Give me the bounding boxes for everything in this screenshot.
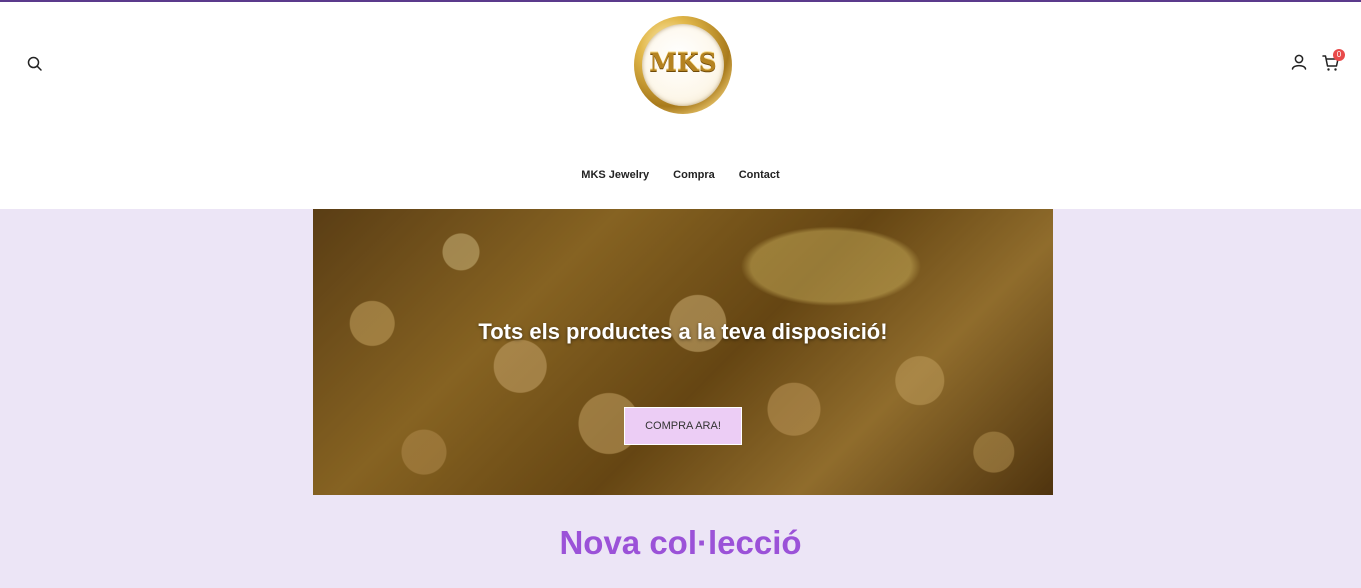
account-button[interactable]	[1290, 53, 1308, 71]
main-nav: MKS Jewelry Compra Contact	[0, 167, 1361, 187]
nav-item-mks-jewelry[interactable]: MKS Jewelry	[581, 167, 649, 187]
site-logo[interactable]: MKS	[634, 16, 732, 114]
hero-title: Tots els productes a la teva disposició!	[478, 319, 888, 344]
section-title: Nova col·lecció	[559, 524, 802, 561]
cart-count-badge: 0	[1333, 49, 1345, 61]
search-button[interactable]	[26, 55, 44, 73]
nav-item-contact[interactable]: Contact	[739, 167, 780, 187]
hero-banner: Tots els productes a la teva disposició!…	[313, 209, 1053, 495]
user-icon	[1291, 54, 1307, 70]
logo-text: MKS	[649, 48, 717, 77]
shop-now-button[interactable]: COMPRA ARA!	[624, 407, 742, 445]
nav-item-compra[interactable]: Compra	[673, 167, 715, 187]
site-header: MKS 0 MKS Jewelry Compra Contact	[0, 2, 1361, 209]
search-icon	[27, 56, 42, 71]
